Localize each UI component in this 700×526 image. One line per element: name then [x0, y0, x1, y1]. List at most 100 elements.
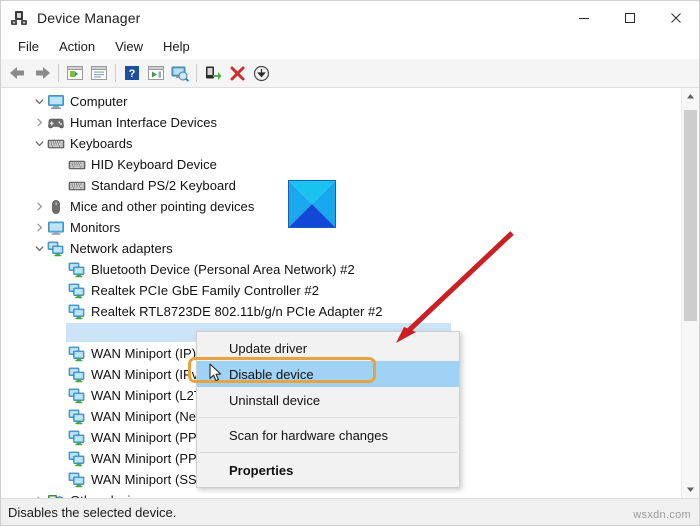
enable-device-window-icon[interactable] — [144, 61, 168, 85]
tree-row-content: Human Interface Devices — [47, 113, 221, 132]
toolbar-separator — [196, 64, 197, 82]
network-adapter-icon — [68, 472, 86, 488]
tree-row-content: Realtek PCIe GbE Family Controller #2 — [68, 281, 323, 300]
vertical-scrollbar[interactable] — [681, 88, 699, 498]
tree-row-label: Bluetooth Device (Personal Area Network)… — [91, 262, 355, 277]
tree-row-content: Monitors — [47, 218, 124, 237]
scrollbar-track[interactable] — [682, 105, 699, 481]
tree-row-label: Keyboards — [70, 136, 133, 151]
keyboard-icon — [68, 178, 86, 194]
context-menu-separator — [199, 417, 457, 418]
keyboard-icon — [47, 136, 65, 152]
window-controls — [561, 1, 699, 35]
tree-row[interactable]: Realtek RTL8723DE 802.11b/g/n PCIe Adapt… — [1, 301, 681, 322]
close-button[interactable] — [653, 1, 699, 35]
tree-row-label: Monitors — [70, 220, 121, 235]
network-adapter-icon — [68, 409, 86, 425]
update-driver-window-icon[interactable] — [87, 61, 111, 85]
tree-row[interactable]: Realtek PCIe GbE Family Controller #2 — [1, 280, 681, 301]
chevron-down-icon[interactable] — [31, 133, 47, 154]
blue-gradient-square — [288, 180, 336, 228]
menu-help[interactable]: Help — [153, 37, 200, 57]
network-adapter-icon — [47, 241, 65, 257]
context-menu-item[interactable]: Properties — [197, 457, 459, 483]
chevron-right-icon[interactable] — [31, 112, 47, 133]
network-adapter-icon — [68, 283, 86, 299]
properties-window-icon[interactable] — [63, 61, 87, 85]
tree-row-label: Realtek PCIe GbE Family Controller #2 — [91, 283, 319, 298]
tree-row[interactable]: Computer — [1, 91, 681, 112]
tree-row-content: HID Keyboard Device — [68, 155, 221, 174]
tree-row-content: ?Other devices — [47, 491, 155, 498]
scrollbar-thumb[interactable] — [684, 110, 697, 321]
network-adapter-icon — [68, 262, 86, 278]
tree-row-content: Network adapters — [47, 239, 177, 258]
chevron-down-icon[interactable] — [31, 238, 47, 259]
context-menu-separator — [199, 452, 457, 453]
context-menu-item[interactable]: Uninstall device — [197, 387, 459, 413]
back-icon[interactable] — [6, 61, 30, 85]
menu-action[interactable]: Action — [49, 37, 105, 57]
tree-row-label: Standard PS/2 Keyboard — [91, 178, 236, 193]
scroll-up-icon[interactable] — [682, 88, 699, 105]
context-menu-item[interactable]: Update driver — [197, 335, 459, 361]
menu-view[interactable]: View — [105, 37, 153, 57]
update-driver-icon[interactable] — [249, 61, 273, 85]
enable-device-icon[interactable] — [201, 61, 225, 85]
menu-file[interactable]: File — [8, 37, 49, 57]
tree-row[interactable]: Monitors — [1, 217, 681, 238]
tree-row[interactable]: Standard PS/2 Keyboard — [1, 175, 681, 196]
tree-row[interactable]: Human Interface Devices — [1, 112, 681, 133]
tree-row-label: WAN Miniport (IPv6) — [91, 367, 210, 382]
device-manager-icon — [10, 9, 28, 27]
mouse-icon — [47, 199, 65, 215]
tree-row-content: WAN Miniport (IP) — [68, 344, 200, 363]
help-icon[interactable]: ? — [120, 61, 144, 85]
minimize-button[interactable] — [561, 1, 607, 35]
forward-icon[interactable] — [30, 61, 54, 85]
network-adapter-icon — [68, 451, 86, 467]
chevron-right-icon[interactable] — [31, 490, 47, 498]
tree-row[interactable]: Keyboards — [1, 133, 681, 154]
tree-row[interactable]: Bluetooth Device (Personal Area Network)… — [1, 259, 681, 280]
status-text: Disables the selected device. — [8, 504, 177, 520]
uninstall-device-icon[interactable] — [225, 61, 249, 85]
title-bar: Device Manager — [1, 1, 699, 35]
maximize-button[interactable] — [607, 1, 653, 35]
chevron-right-icon[interactable] — [31, 196, 47, 217]
context-menu[interactable]: Update driver Disable device Uninstall dev… — [196, 331, 460, 488]
toolbar-separator — [58, 64, 59, 82]
tree-row[interactable]: HID Keyboard Device — [1, 154, 681, 175]
tree-row[interactable]: Mice and other pointing devices — [1, 196, 681, 217]
status-bar: Disables the selected device. wsxdn.com — [1, 498, 699, 525]
chevron-right-icon[interactable] — [31, 217, 47, 238]
tree-row-label: Network adapters — [70, 241, 173, 256]
computer-icon — [47, 94, 65, 110]
menu-bar: File Action View Help — [1, 35, 699, 59]
scroll-down-icon[interactable] — [682, 481, 699, 498]
mouse-pointer-icon — [209, 363, 222, 385]
tree-row[interactable]: Network adapters — [1, 238, 681, 259]
network-adapter-icon — [68, 388, 86, 404]
context-menu-item[interactable]: Disable device — [197, 361, 459, 387]
keyboard-icon — [68, 157, 86, 173]
scan-for-hardware-changes-icon[interactable] — [168, 61, 192, 85]
svg-text:?: ? — [129, 68, 136, 80]
tree-row[interactable]: ?Other devices — [1, 490, 681, 498]
context-menu-item[interactable]: Scan for hardware changes — [197, 422, 459, 448]
chevron-down-icon[interactable] — [31, 91, 47, 112]
network-adapter-icon — [68, 346, 86, 362]
window-title: Device Manager — [37, 10, 141, 26]
